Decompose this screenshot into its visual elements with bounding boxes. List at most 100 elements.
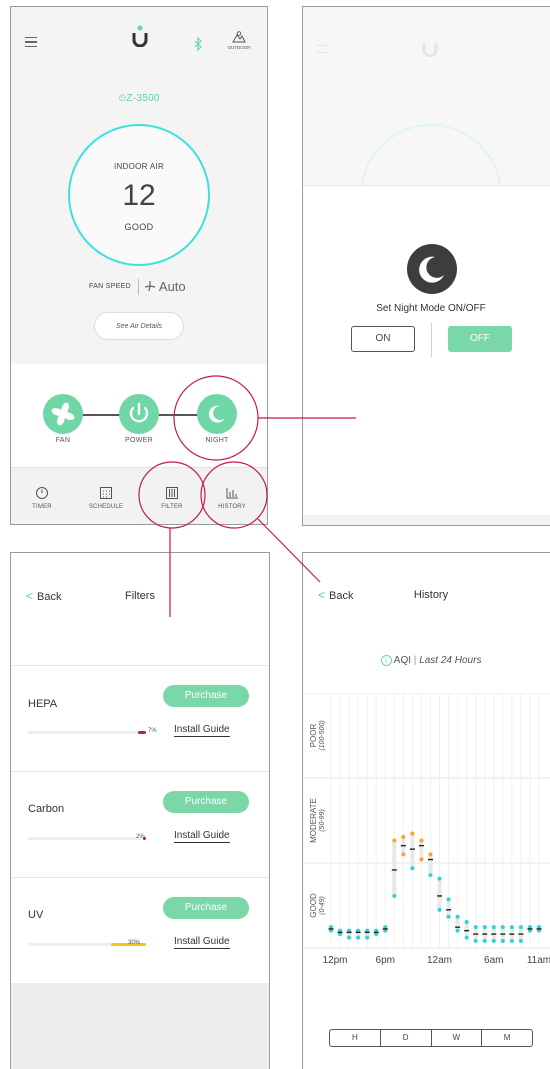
fan-icon — [51, 402, 75, 426]
max-point — [401, 834, 406, 839]
x-tick-label: 12pm — [322, 955, 347, 966]
x-tick-label: 6am — [484, 955, 503, 966]
x-tick-label: 12am — [427, 955, 452, 966]
purchase-button-uv[interactable]: Purchase — [163, 897, 249, 919]
fan-small-icon — [144, 281, 156, 292]
divider — [11, 877, 269, 878]
filter-icon — [166, 487, 178, 499]
min-point — [437, 907, 442, 912]
tab-schedule[interactable]: SCHEDULE — [78, 486, 134, 510]
aqi-value: 12 — [122, 179, 156, 212]
tab-history[interactable]: HISTORY — [204, 486, 260, 510]
max-point — [455, 914, 460, 919]
max-point — [392, 838, 397, 843]
fan-speed-value[interactable]: Auto — [144, 279, 186, 294]
brand-logo-icon — [132, 25, 148, 47]
outdoor-icon[interactable] — [232, 31, 246, 43]
filters-screen: < Back Filters HEPA Purchase 7% Install G… — [10, 552, 270, 1069]
max-point — [410, 831, 415, 836]
purchase-button-hepa[interactable]: Purchase — [163, 685, 249, 707]
night-on-button[interactable]: ON — [351, 326, 415, 352]
range-button-w[interactable]: W — [430, 1030, 482, 1046]
filter-bar-carbon — [28, 837, 146, 840]
timer-icon — [36, 487, 48, 499]
min-point — [365, 935, 370, 940]
install-guide-hepa[interactable]: Install Guide — [174, 724, 230, 737]
max-point — [482, 925, 487, 930]
bottom-strip — [303, 515, 550, 525]
history-chart: GOOD (0-49) MODERATE (50-99) POOR (100-500) 12… — [303, 693, 550, 966]
brand-logo-faded-icon — [422, 43, 438, 57]
fan-speed-label: FAN SPEED — [89, 283, 131, 290]
band-label-poor: POOR — [309, 724, 318, 748]
band-label-good: GOOD — [309, 893, 318, 918]
max-point — [491, 925, 496, 930]
moon-large-icon — [419, 256, 444, 283]
range-button-m[interactable]: M — [481, 1030, 532, 1046]
min-point — [455, 928, 460, 933]
min-point — [419, 857, 424, 862]
tab-timer[interactable]: TIMER — [14, 486, 70, 510]
night-off-button[interactable]: OFF — [448, 326, 512, 352]
x-tick-label: 11am — [527, 955, 550, 966]
min-point — [410, 866, 415, 871]
history-screen: < Back History i AQI | Last 24 Hours GOOD… — [302, 552, 550, 1069]
night-button[interactable] — [197, 394, 237, 434]
empty-area — [11, 983, 269, 1069]
aqi-status: GOOD — [124, 222, 154, 232]
filter-bar-hepa — [28, 731, 146, 734]
info-icon[interactable]: i — [380, 655, 392, 666]
install-guide-uv[interactable]: Install Guide — [174, 936, 230, 949]
min-point — [500, 939, 505, 944]
filter-fill-hepa — [137, 731, 146, 734]
filter-percent-carbon: 2% — [136, 834, 145, 840]
tab-schedule-label: SCHEDULE — [88, 504, 124, 510]
min-point — [446, 914, 451, 919]
band-range-moderate: (50-99) — [319, 809, 326, 832]
night-mode-screen: Set Night Mode ON/OFF ON OFF — [302, 6, 550, 526]
min-point — [473, 939, 478, 944]
band-label-moderate: MODERATE — [309, 798, 318, 843]
x-tick-label: 6pm — [376, 955, 395, 966]
period-label: Last 24 Hours — [419, 655, 482, 666]
indoor-air-label: INDOOR AIR — [113, 162, 165, 171]
fan-speed-text: Auto — [158, 279, 186, 294]
install-guide-carbon[interactable]: Install Guide — [174, 830, 230, 843]
filter-percent-hepa: 7% — [148, 728, 157, 734]
range-selector: H D W M — [329, 1029, 533, 1047]
min-point — [428, 873, 433, 878]
min-point — [464, 935, 469, 940]
purchase-button-carbon[interactable]: Purchase — [163, 791, 249, 813]
see-air-details-button[interactable]: See Air Details — [94, 312, 184, 340]
night-label: NIGHT — [205, 437, 229, 444]
air-quality-ring: INDOOR AIR 12 GOOD — [68, 124, 210, 266]
max-point — [473, 925, 478, 930]
tab-filter[interactable]: FILTER — [144, 486, 200, 510]
history-chart-icon — [226, 488, 238, 499]
fan-speed-divider — [138, 279, 139, 295]
dimmed-background — [303, 7, 550, 266]
fan-button[interactable] — [43, 394, 83, 434]
main-screen: OUTDOOR ⏲Z-3500 INDOOR AIR 12 GOOD FAN S… — [10, 6, 268, 525]
bluetooth-icon[interactable] — [193, 37, 203, 51]
max-point — [500, 925, 505, 930]
range-button-d[interactable]: D — [379, 1030, 431, 1046]
range-button-h[interactable]: H — [330, 1030, 380, 1046]
min-point — [509, 939, 514, 944]
min-point — [401, 852, 406, 857]
tab-history-label: HISTORY — [218, 504, 246, 510]
filter-percent-uv: 30% — [128, 940, 141, 946]
min-point — [347, 935, 352, 940]
max-point — [428, 852, 433, 857]
band-range-poor: (100-500) — [319, 720, 326, 750]
min-point — [356, 935, 361, 940]
max-point — [437, 876, 442, 881]
menu-icon[interactable] — [25, 37, 37, 47]
night-mode-title: Set Night Mode ON/OFF — [376, 303, 486, 314]
device-model[interactable]: ⏲Z-3500 — [11, 93, 267, 104]
divider — [11, 665, 269, 666]
max-point — [419, 838, 424, 843]
outdoor-label[interactable]: OUTDOOR — [222, 45, 256, 50]
power-icon — [129, 402, 149, 423]
power-button[interactable] — [119, 394, 159, 434]
